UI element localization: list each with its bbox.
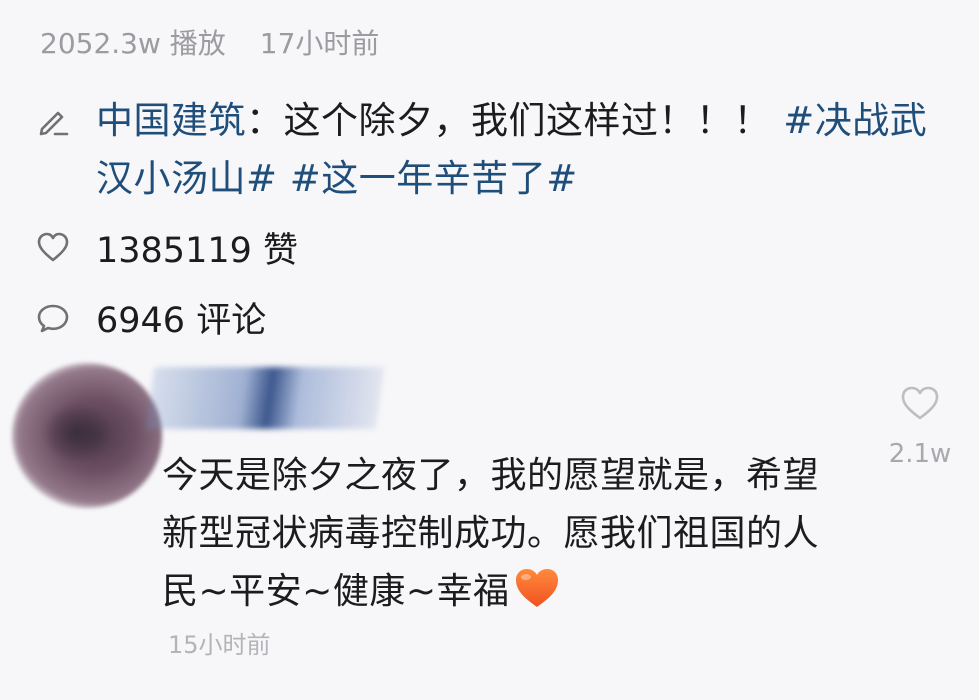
- orange-heart-emoji-icon: [515, 569, 558, 607]
- comment-time: 15小时前: [168, 631, 271, 659]
- post-body: 这个除夕，我们这样过！！！: [283, 99, 771, 142]
- heart-outline-icon: [37, 232, 69, 261]
- heart-outline-icon: [901, 386, 939, 420]
- comment-text: 今天是除夕之夜了，我的愿望就是，希望新型冠状病毒控制成功。愿我们祖国的人民~平安…: [162, 455, 820, 612]
- edit-icon: [39, 111, 69, 136]
- comment-item: 今天是除夕之夜了，我的愿望就是，希望新型冠状病毒控制成功。愿我们祖国的人民~平安…: [0, 355, 979, 700]
- comment-like-button[interactable]: 2.1w: [884, 385, 956, 469]
- post-author[interactable]: 中国建筑: [96, 99, 246, 142]
- comment-body: 今天是除夕之夜了，我的愿望就是，希望新型冠状病毒控制成功。愿我们祖国的人民~平安…: [162, 447, 842, 621]
- comment-like-count: 2.1w: [888, 439, 952, 469]
- post-separator: ：: [246, 99, 284, 142]
- comments-count: 6946 评论: [96, 301, 267, 341]
- commenter-username-blurred[interactable]: [145, 367, 385, 429]
- likes-row[interactable]: 1385119 赞: [36, 222, 298, 273]
- comments-row[interactable]: 6946 评论: [36, 292, 266, 343]
- post-text: 中国建筑：这个除夕，我们这样过！！！ #决战武汉小汤山# #这一年辛苦了#: [96, 92, 946, 208]
- hashtag-2[interactable]: #这一年辛苦了#: [290, 157, 578, 200]
- comment-bubble-icon: [37, 304, 69, 332]
- post-time: 17小时前: [259, 27, 380, 60]
- commenter-avatar[interactable]: [12, 363, 162, 508]
- post-description: 中国建筑：这个除夕，我们这样过！！！ #决战武汉小汤山# #这一年辛苦了#: [36, 92, 956, 208]
- video-stats: 2052.3w 播放 17小时前: [40, 22, 379, 62]
- likes-count: 1385119 赞: [96, 231, 299, 271]
- play-count: 2052.3w 播放: [40, 27, 226, 60]
